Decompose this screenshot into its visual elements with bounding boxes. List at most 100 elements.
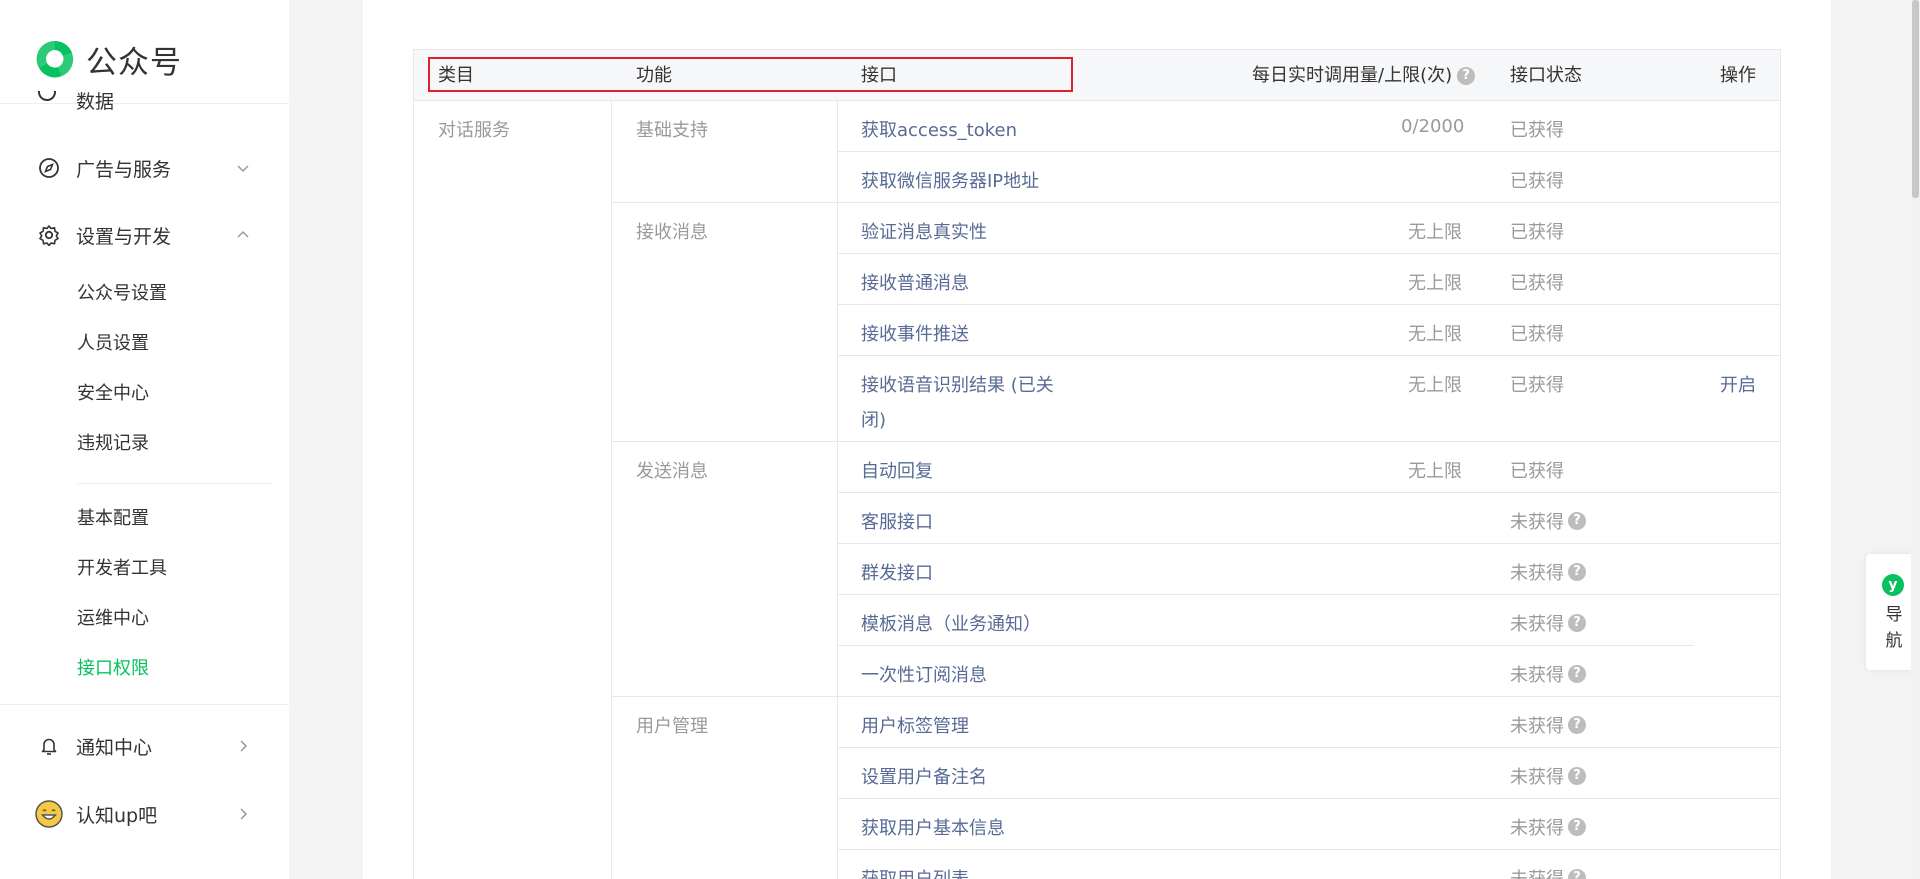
api-name[interactable]: 接收普通消息: [861, 269, 969, 295]
sidebar-item-violation-records[interactable]: 违规记录: [77, 431, 149, 457]
chevron-down-icon[interactable]: [234, 159, 252, 177]
help-icon[interactable]: ?: [1568, 818, 1586, 836]
row-divider: [837, 849, 1780, 850]
feature-cell: 用户管理: [636, 716, 708, 737]
column-divider: [837, 101, 838, 879]
sidebar-divider: [0, 704, 289, 705]
highlight-box: [428, 57, 1073, 92]
sidebar-group-label: 通知中心: [76, 736, 153, 759]
api-name[interactable]: 获取access_token: [861, 116, 1017, 142]
api-name[interactable]: 客服接口: [861, 508, 933, 534]
quota-value: 无上限: [1408, 222, 1462, 243]
sidebar-item-staff-settings[interactable]: 人员设置: [77, 331, 149, 357]
api-name[interactable]: 自动回复: [861, 457, 933, 483]
bell-icon: [38, 735, 60, 757]
feature-cell: 发送消息: [636, 461, 708, 482]
api-name[interactable]: 验证消息真实性: [861, 218, 987, 244]
api-permissions-table: 类目 功能 接口 每日实时调用量/上限(次) ? 接口状态 操作 对话服务 基础…: [413, 49, 1781, 879]
status-cell: 已获得: [1510, 269, 1564, 295]
sidebar-item-api-permissions[interactable]: 接口权限: [77, 656, 149, 682]
quota-value: 无上限: [1408, 375, 1462, 396]
api-name[interactable]: 获取微信服务器IP地址: [861, 167, 1039, 193]
sidebar: 公众号 数据 广告与服务 设置与开发 公众号设置 人员设置 安全中心 违规记录 …: [0, 0, 289, 879]
column-divider: [611, 101, 612, 879]
enable-button[interactable]: 开启: [1720, 371, 1756, 397]
api-name[interactable]: 一次性订阅消息: [861, 661, 987, 687]
status-cell: 已获得: [1510, 320, 1564, 346]
status-cell: 已获得: [1510, 218, 1564, 244]
status-text: 未获得: [1510, 614, 1564, 635]
logo[interactable]: 公众号: [34, 36, 182, 82]
row-divider: [837, 747, 1780, 748]
status-cell: 未获得?: [1510, 610, 1586, 636]
chevron-right-icon[interactable]: [234, 737, 252, 755]
status-text: 已获得: [1510, 461, 1564, 482]
status-text: 未获得: [1510, 563, 1564, 584]
sidebar-item-basic-config[interactable]: 基本配置: [77, 506, 149, 532]
sidebar-item-developer-tools[interactable]: 开发者工具: [77, 556, 167, 582]
api-name[interactable]: 接收事件推送: [861, 320, 969, 346]
sidebar-sub-divider: [77, 483, 272, 484]
status-cell: 未获得?: [1510, 763, 1586, 789]
floating-nav-label-2: 航: [1885, 631, 1903, 651]
help-icon[interactable]: ?: [1568, 614, 1586, 632]
sidebar-item-security-center[interactable]: 安全中心: [77, 381, 149, 407]
page-scrollbar-thumb[interactable]: [1912, 0, 1919, 198]
sidebar-item-label: 数据: [76, 90, 115, 113]
api-name[interactable]: 设置用户备注名: [861, 763, 987, 789]
row-divider: [837, 151, 1780, 152]
group-divider: [611, 696, 1780, 697]
feature-cell: 基础支持: [636, 120, 708, 141]
row-divider: [837, 543, 1780, 544]
status-text: 已获得: [1510, 171, 1564, 192]
gear-icon: [38, 224, 60, 246]
help-icon[interactable]: ?: [1568, 869, 1586, 879]
chevron-up-icon[interactable]: [234, 226, 252, 244]
feature-cell: 接收消息: [636, 222, 708, 243]
header-quota-label: 每日实时调用量/上限(次): [1252, 65, 1453, 86]
help-icon[interactable]: ?: [1568, 767, 1586, 785]
sidebar-group-settings[interactable]: 设置与开发: [38, 220, 252, 250]
help-icon[interactable]: ?: [1568, 512, 1586, 530]
wechat-official-logo-icon: [36, 40, 74, 78]
sidebar-group-label: 设置与开发: [76, 225, 172, 248]
compass-icon: [38, 157, 60, 179]
status-cell: 未获得?: [1510, 712, 1586, 738]
api-name[interactable]: 获取用户列表: [861, 865, 969, 879]
help-icon[interactable]: ?: [1457, 66, 1476, 85]
status-text: 未获得: [1510, 716, 1564, 737]
sidebar-group-label: 认知up吧: [76, 804, 158, 827]
sidebar-group-label: 广告与服务: [76, 158, 172, 181]
api-name[interactable]: 用户标签管理: [861, 712, 969, 738]
category-cell: 对话服务: [438, 120, 510, 141]
group-divider: [611, 202, 1780, 203]
floating-nav-label-1: 导: [1885, 605, 1903, 625]
status-text: 未获得: [1510, 665, 1564, 686]
status-cell: 已获得: [1510, 371, 1564, 397]
quota-value: 0/2000: [1401, 116, 1465, 137]
api-name[interactable]: 群发接口: [861, 559, 933, 585]
status-text: 已获得: [1510, 375, 1564, 396]
help-icon[interactable]: ?: [1568, 665, 1586, 683]
row-divider: [837, 355, 1780, 356]
sidebar-group-ads[interactable]: 广告与服务: [38, 153, 252, 183]
sidebar-item-ops-center[interactable]: 运维中心: [77, 606, 149, 632]
app-name: 公众号: [86, 44, 182, 81]
sidebar-group-notifications[interactable]: 通知中心: [38, 731, 252, 761]
api-name[interactable]: 模板消息（业务通知）: [861, 610, 1041, 636]
api-name-line1[interactable]: 接收语音识别结果 (已关: [861, 371, 1054, 397]
api-name[interactable]: 获取用户基本信息: [861, 814, 1005, 840]
header-action: 操作: [1720, 65, 1756, 86]
status-text: 已获得: [1510, 324, 1564, 345]
sidebar-group-renzhi[interactable]: 认知up吧: [35, 799, 252, 829]
status-text: 未获得: [1510, 767, 1564, 788]
status-cell: 未获得?: [1510, 508, 1586, 534]
sidebar-item-data[interactable]: 数据: [38, 88, 115, 113]
help-icon[interactable]: ?: [1568, 563, 1586, 581]
chevron-right-icon[interactable]: [234, 805, 252, 823]
api-name-line2[interactable]: 闭): [861, 406, 886, 432]
data-icon: [38, 91, 56, 101]
smiley-icon: [34, 799, 64, 829]
sidebar-item-account-settings[interactable]: 公众号设置: [77, 281, 167, 307]
help-icon[interactable]: ?: [1568, 716, 1586, 734]
